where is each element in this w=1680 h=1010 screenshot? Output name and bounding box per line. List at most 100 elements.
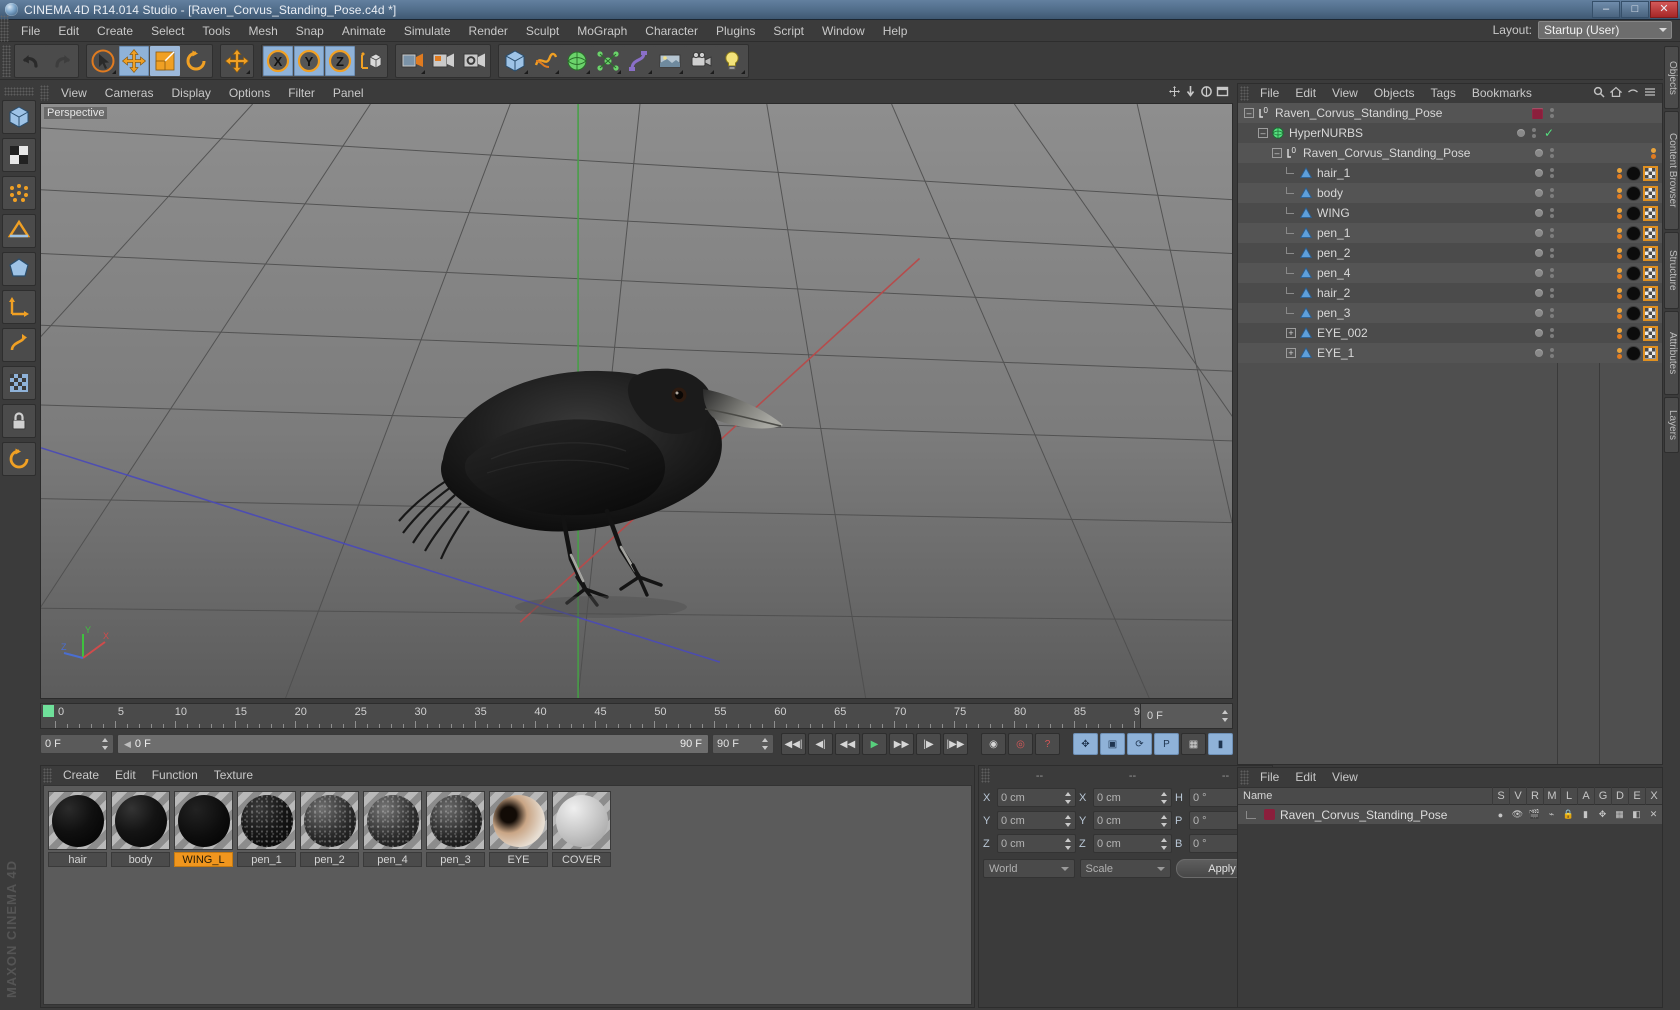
- uvw-tag-icon[interactable]: [1643, 325, 1658, 341]
- material-tag-icon[interactable]: [1626, 305, 1641, 321]
- object-row[interactable]: pen_4: [1238, 263, 1662, 283]
- material-item[interactable]: pen_3: [426, 791, 485, 867]
- material-tag-icon[interactable]: [1626, 185, 1641, 201]
- layer-color-swatch[interactable]: [1264, 809, 1275, 820]
- minimize-button[interactable]: –: [1592, 1, 1620, 18]
- uvw-tag-icon[interactable]: [1643, 205, 1658, 221]
- material-name[interactable]: pen_2: [300, 852, 359, 867]
- visibility-dot-icon[interactable]: [1535, 289, 1543, 297]
- visibility-dots[interactable]: [1535, 223, 1554, 243]
- visibility-dot-icon[interactable]: [1535, 209, 1543, 217]
- phong-tag-icon[interactable]: [1617, 227, 1622, 239]
- phong-tag-icon[interactable]: [1617, 247, 1622, 259]
- material-preview[interactable]: [174, 791, 233, 850]
- object-row[interactable]: – 0 Raven_Corvus_Standing_Pose: [1238, 143, 1662, 163]
- array-icon[interactable]: [593, 45, 623, 76]
- world-object-icon[interactable]: [356, 45, 386, 76]
- menu-help[interactable]: Help: [874, 20, 917, 42]
- material-name[interactable]: pen_4: [363, 852, 422, 867]
- material-preview[interactable]: [552, 791, 611, 850]
- visibility-dots[interactable]: [1535, 183, 1554, 203]
- uvw-tag-icon[interactable]: [1643, 285, 1658, 301]
- material-tag-icon[interactable]: [1626, 345, 1641, 361]
- layer-color-swatch[interactable]: [1532, 107, 1543, 119]
- pan-icon[interactable]: [1168, 85, 1181, 101]
- material-preview[interactable]: [111, 791, 170, 850]
- expand-icon[interactable]: +: [1286, 348, 1296, 358]
- axis-mode-icon[interactable]: [2, 290, 36, 324]
- render-region-icon[interactable]: [428, 45, 458, 76]
- editor-render-dots-icon[interactable]: [1550, 168, 1554, 178]
- object-row[interactable]: – 0 Raven_Corvus_Standing_Pose: [1238, 103, 1662, 123]
- visibility-dots[interactable]: [1532, 103, 1554, 123]
- maximize-button[interactable]: □: [1621, 1, 1649, 18]
- axis-x-icon[interactable]: X: [263, 45, 293, 76]
- layout-select[interactable]: Startup (User): [1538, 21, 1672, 39]
- stepper-icon[interactable]: [1161, 791, 1168, 804]
- visibility-dot-icon[interactable]: [1535, 149, 1543, 157]
- material-tag-icon[interactable]: [1626, 225, 1641, 241]
- maximize-view-icon[interactable]: [1216, 85, 1229, 101]
- material-menu-edit[interactable]: Edit: [107, 766, 144, 785]
- collapse-icon[interactable]: –: [1272, 148, 1282, 158]
- menu-mesh[interactable]: Mesh: [239, 20, 286, 42]
- keyframe-help-icon[interactable]: ?: [1035, 733, 1060, 755]
- phong-tag-icon[interactable]: [1651, 147, 1656, 159]
- menu-create[interactable]: Create: [88, 20, 142, 42]
- viewport-menu-panel[interactable]: Panel: [324, 83, 373, 103]
- visibility-dots[interactable]: [1535, 323, 1554, 343]
- viewport-3d[interactable]: Perspective Y X Z: [40, 103, 1233, 699]
- solo-dot-icon[interactable]: ●: [1492, 810, 1509, 820]
- uvw-tag-icon[interactable]: [1643, 305, 1658, 321]
- object-menu-objects[interactable]: Objects: [1366, 84, 1423, 103]
- object-row[interactable]: hair_2: [1238, 283, 1662, 303]
- phong-tag-icon[interactable]: [1617, 207, 1622, 219]
- dolly-icon[interactable]: [1184, 85, 1197, 101]
- editor-render-dots-icon[interactable]: [1550, 248, 1554, 258]
- scale-key-icon[interactable]: ▣: [1100, 733, 1125, 755]
- menu-simulate[interactable]: Simulate: [395, 20, 460, 42]
- uvw-tag-icon[interactable]: [1643, 165, 1658, 181]
- object-menu-file[interactable]: File: [1252, 84, 1287, 103]
- material-tag-icon[interactable]: [1626, 205, 1641, 221]
- visibility-dots[interactable]: [1535, 203, 1554, 223]
- home-icon[interactable]: [1609, 86, 1623, 101]
- phong-tag-icon[interactable]: [1617, 307, 1622, 319]
- material-preview[interactable]: [237, 791, 296, 850]
- editor-render-dots-icon[interactable]: [1550, 108, 1554, 118]
- material-preview[interactable]: [426, 791, 485, 850]
- dock-tab-attributes[interactable]: Attributes: [1664, 311, 1679, 395]
- camera-icon[interactable]: [686, 45, 716, 76]
- object-menu-bookmarks[interactable]: Bookmarks: [1464, 84, 1540, 103]
- material-name[interactable]: pen_3: [426, 852, 485, 867]
- close-button[interactable]: ✕: [1650, 1, 1678, 18]
- material-item[interactable]: pen_2: [300, 791, 359, 867]
- expand-icon[interactable]: +: [1286, 328, 1296, 338]
- animation-icon[interactable]: ▮: [1577, 809, 1594, 820]
- start-frame-field[interactable]: 0 F: [40, 734, 114, 754]
- material-item[interactable]: EYE: [489, 791, 548, 867]
- layer-menu-edit[interactable]: Edit: [1287, 768, 1324, 787]
- coordinate-system-select[interactable]: World: [983, 859, 1075, 878]
- editor-render-dots-icon[interactable]: [1550, 308, 1554, 318]
- menu-tools[interactable]: Tools: [193, 20, 239, 42]
- material-tag-icon[interactable]: [1626, 285, 1641, 301]
- visible-icon[interactable]: 👁: [1509, 809, 1526, 820]
- editor-render-dots-icon[interactable]: [1550, 348, 1554, 358]
- toolbar-grip[interactable]: [2, 44, 11, 77]
- uvw-tag-icon[interactable]: [1643, 245, 1658, 261]
- current-frame-marker[interactable]: [43, 705, 54, 717]
- material-item[interactable]: hair: [48, 791, 107, 867]
- step-back-icon[interactable]: ◀|: [808, 733, 833, 755]
- lock-icon[interactable]: [2, 404, 36, 438]
- object-row[interactable]: – HyperNURBS ✓: [1238, 123, 1662, 143]
- axis-y-icon[interactable]: Y: [294, 45, 324, 76]
- timeline-scrubber[interactable]: ◀ 0 F 90 F: [117, 734, 709, 754]
- record-icon[interactable]: ◎: [1008, 733, 1033, 755]
- axis-z-icon[interactable]: Z: [325, 45, 355, 76]
- collapse-icon[interactable]: –: [1244, 108, 1254, 118]
- menu-select[interactable]: Select: [142, 20, 193, 42]
- viewport-menu-display[interactable]: Display: [162, 83, 219, 103]
- collapse-icon[interactable]: –: [1258, 128, 1268, 138]
- material-name[interactable]: pen_1: [237, 852, 296, 867]
